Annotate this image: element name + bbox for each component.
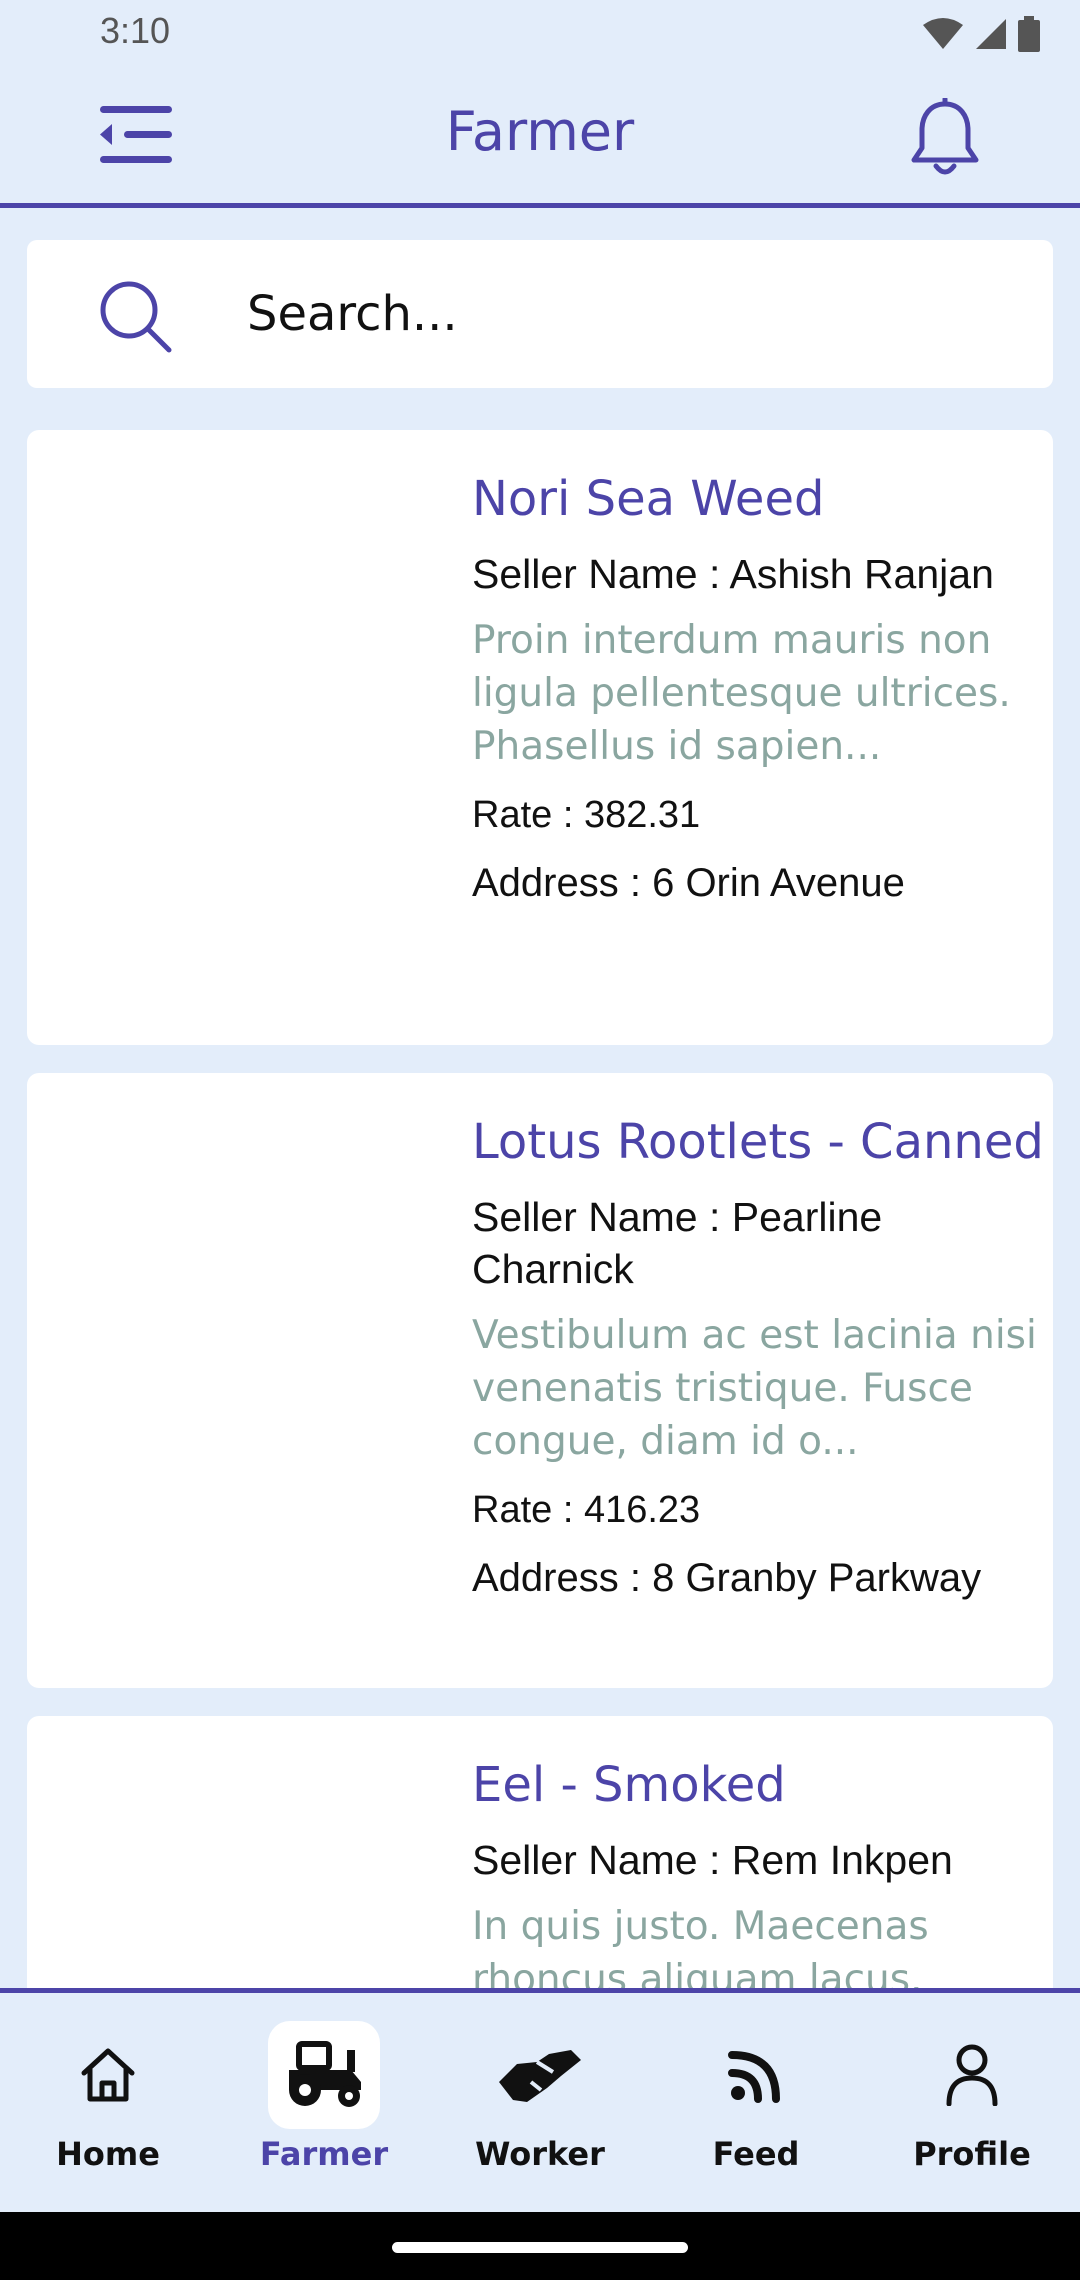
nav-icon-container — [916, 2021, 1028, 2129]
nav-icon-container — [268, 2021, 380, 2129]
product-title: Nori Sea Weed — [472, 471, 825, 527]
nav-item-home[interactable]: Home — [0, 1993, 216, 2212]
product-title: Eel - Smoked — [472, 1757, 786, 1813]
nav-icon-container — [484, 2021, 596, 2129]
nav-label: Farmer — [259, 2135, 389, 2173]
product-seller: Seller Name : Pearline Charnick — [472, 1194, 883, 1292]
product-address: Address : 6 Orin Avenue — [472, 861, 905, 905]
product-seller: Seller Name : Ashish Ranjan — [472, 551, 994, 597]
status-bar: 3:10 — [0, 0, 1080, 66]
product-rate: Rate : 382.31 — [472, 794, 701, 836]
nav-item-worker[interactable]: Worker — [432, 1993, 648, 2212]
product-card[interactable]: Nori Sea Weed Seller Name : Ashish Ranja… — [27, 430, 1053, 1045]
nav-label: Profile — [913, 2135, 1031, 2173]
nav-label: Feed — [712, 2135, 800, 2173]
battery-icon — [1018, 16, 1040, 52]
rss-icon — [728, 2051, 780, 2103]
nav-icon-container — [52, 2021, 164, 2129]
product-details: Nori Sea Weed Seller Name : Ashish Ranja… — [472, 468, 1052, 911]
cellular-signal-icon — [976, 19, 1006, 49]
status-icons — [922, 16, 1040, 52]
product-description: Vestibulum ac est lacinia nisi venenatis… — [472, 1313, 1037, 1464]
product-details: Eel - Smoked Seller Name : Rem Inkpen In… — [472, 1754, 1052, 1990]
handshake-icon — [499, 2050, 581, 2102]
product-card[interactable]: Lotus Rootlets - Canned Seller Name : Pe… — [27, 1073, 1053, 1688]
nav-item-feed[interactable]: Feed — [648, 1993, 864, 2212]
status-time: 3:10 — [100, 10, 171, 51]
product-rate: Rate : 416.23 — [472, 1489, 701, 1531]
search-input[interactable] — [247, 278, 1007, 350]
nav-icon-container — [700, 2021, 812, 2129]
nav-label: Home — [56, 2135, 160, 2173]
product-address: Address : 8 Granby Parkway — [472, 1556, 982, 1600]
system-nav-bar — [0, 2212, 1080, 2280]
product-seller: Seller Name : Rem Inkpen — [472, 1837, 953, 1883]
product-details: Lotus Rootlets - Canned Seller Name : Pe… — [472, 1111, 1052, 1606]
bell-icon — [911, 96, 979, 175]
home-gesture-handle[interactable] — [392, 2242, 688, 2253]
product-description: Proin interdum mauris non ligula pellent… — [472, 618, 1011, 769]
tractor-icon — [289, 2041, 361, 2107]
product-image — [27, 430, 457, 1045]
product-title: Lotus Rootlets - Canned — [472, 1114, 1044, 1170]
product-image — [27, 1716, 457, 1990]
product-image — [27, 1073, 457, 1688]
home-icon — [81, 2048, 135, 2102]
app-bar: Farmer — [0, 66, 1080, 208]
wifi-icon — [923, 18, 963, 49]
nav-item-profile[interactable]: Profile — [864, 1993, 1080, 2212]
nav-label: Worker — [475, 2135, 605, 2173]
search-icon — [100, 281, 172, 353]
search-bar[interactable] — [27, 240, 1053, 388]
nav-item-farmer[interactable]: Farmer — [216, 1993, 432, 2212]
product-description: In quis justo. Maecenas rhoncus aliquam … — [472, 1904, 929, 1990]
notifications-button[interactable] — [908, 96, 982, 178]
bottom-nav: Home Farmer Worker Feed Profile — [0, 1988, 1080, 2212]
product-card[interactable]: Eel - Smoked Seller Name : Rem Inkpen In… — [27, 1716, 1053, 1990]
user-icon — [946, 2044, 998, 2106]
product-list[interactable]: Nori Sea Weed Seller Name : Ashish Ranja… — [27, 430, 1053, 1990]
